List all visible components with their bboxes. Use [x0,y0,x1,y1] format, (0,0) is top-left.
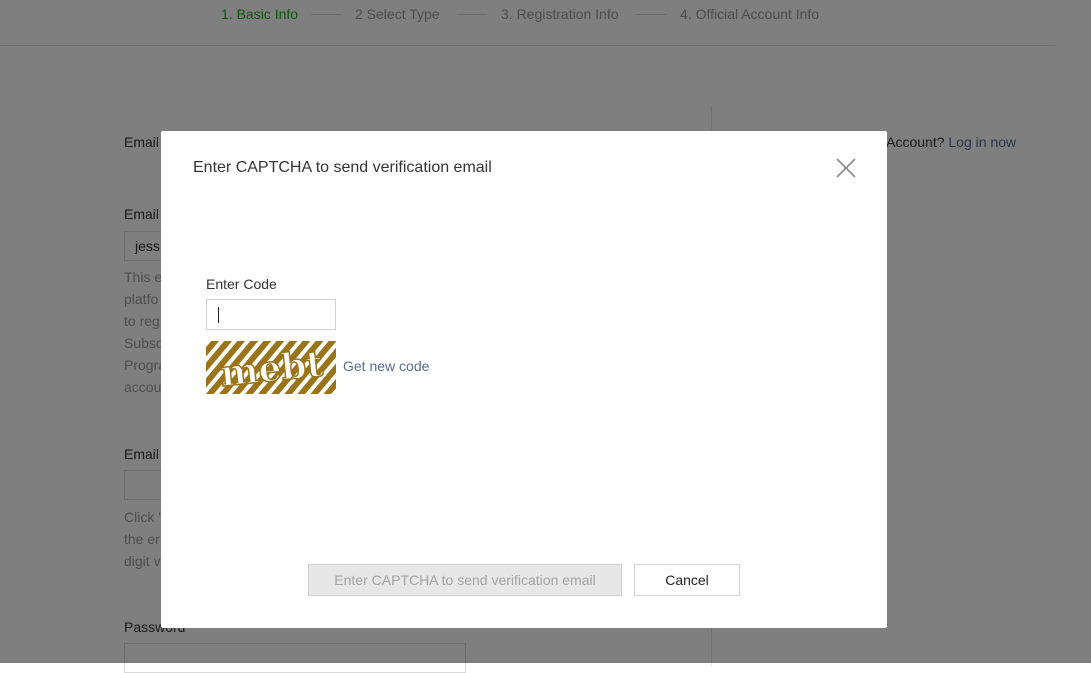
get-new-code-link[interactable]: Get new code [343,358,429,374]
dialog-title: Enter CAPTCHA to send verification email [193,159,492,176]
cancel-button[interactable]: Cancel [634,564,740,596]
enter-code-label: Enter Code [206,276,277,292]
captcha-image[interactable]: mebt [206,341,336,396]
text-caret [218,307,219,323]
captcha-dialog: Enter CAPTCHA to send verification email… [161,131,887,628]
close-button[interactable] [835,157,857,179]
captcha-code-input[interactable] [206,299,336,330]
close-icon [836,158,856,178]
send-verification-email-button[interactable]: Enter CAPTCHA to send verification email [308,564,622,596]
